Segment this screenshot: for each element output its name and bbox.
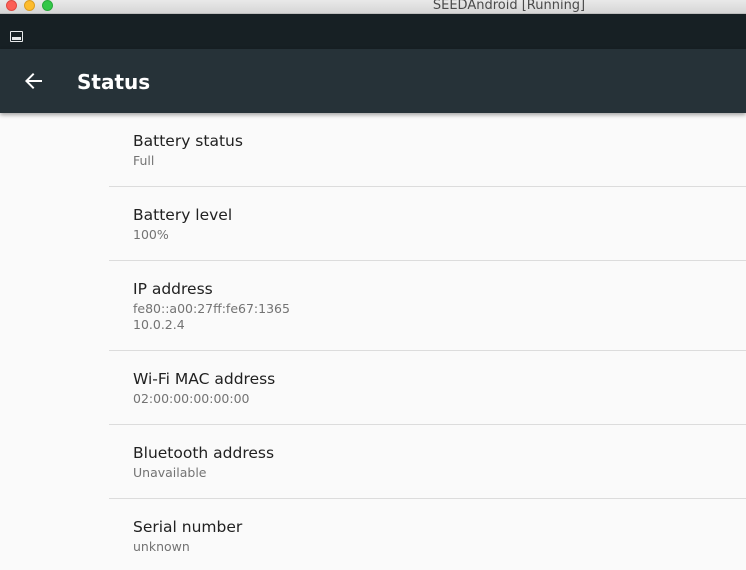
app-toolbar: Status xyxy=(0,49,746,113)
list-item-summary: unknown xyxy=(133,539,190,554)
list-item-title: Serial number xyxy=(133,518,243,536)
list-item-summary: Unavailable xyxy=(133,465,207,480)
list-item-ip-address[interactable]: IP address fe80::a00:27ff:fe67:1365 10.0… xyxy=(109,261,746,351)
list-item-title: Battery status xyxy=(133,132,243,150)
list-item-battery-level[interactable]: Battery level 100% xyxy=(109,187,746,261)
page-title: Status xyxy=(77,70,151,94)
window-title-bar: SEEDAndroid [Running] xyxy=(0,0,746,14)
list-item-summary: fe80::a00:27ff:fe67:1365 xyxy=(133,301,290,316)
screenshot-notification-icon xyxy=(10,31,23,42)
list-item-summary: 10.0.2.4 xyxy=(133,317,185,332)
list-item-summary: Full xyxy=(133,153,155,168)
list-item-title: Wi-Fi MAC address xyxy=(133,370,276,388)
back-button[interactable] xyxy=(20,67,48,95)
list-item-summary: 100% xyxy=(133,227,169,242)
list-item-serial-number[interactable]: Serial number unknown xyxy=(109,499,746,570)
list-item-title: Bluetooth address xyxy=(133,444,275,462)
list-item-title: Battery level xyxy=(133,206,233,224)
list-item-wifi-mac-address[interactable]: Wi-Fi MAC address 02:00:00:00:00:00 xyxy=(109,351,746,425)
list-item-battery-status[interactable]: Battery status Full xyxy=(109,113,746,187)
list-item-summary: 02:00:00:00:00:00 xyxy=(133,391,250,406)
android-status-bar xyxy=(0,14,746,49)
list-item-bluetooth-address[interactable]: Bluetooth address Unavailable xyxy=(109,425,746,499)
status-list: Battery status Full Battery level 100% I… xyxy=(0,113,746,570)
window-title: SEEDAndroid [Running] xyxy=(432,0,586,13)
list-item-title: IP address xyxy=(133,280,213,298)
arrow-back-icon xyxy=(25,73,42,89)
